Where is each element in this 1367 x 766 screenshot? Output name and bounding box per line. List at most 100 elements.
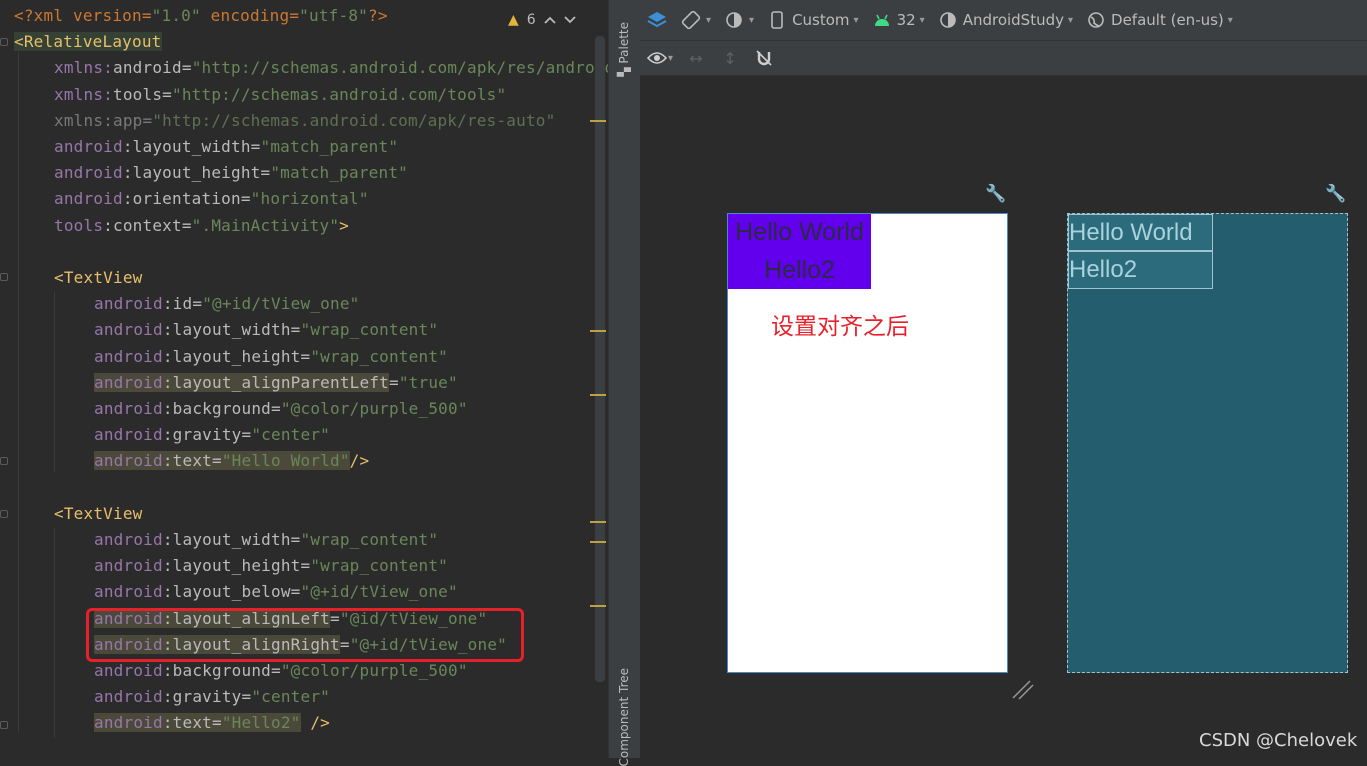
night-mode-button[interactable]: ▾ [723,9,754,31]
code-token: = [162,84,173,104]
text-view-hello2[interactable]: Hello2 [728,251,871,289]
blueprint-preview[interactable]: Hello World Hello2 [1067,213,1348,673]
code-line[interactable]: android:background="@color/purple_500" [94,397,468,421]
design-toolbar: ▾ ▾ Custom ▾ 32 ▾ AndroidStudy ▾ Default… [640,0,1367,41]
code-token: :layout_height= [162,556,311,576]
code-token: android [113,58,182,78]
view-options-button[interactable]: ▾ [646,47,673,69]
code-token: "wrap_content" [300,320,439,340]
night-mode-icon [723,9,745,31]
code-line[interactable]: android:orientation="horizontal" [54,187,369,211]
code-token: "match_parent" [270,163,409,183]
code-line[interactable]: android:layout_below="@+id/tView_one" [94,580,458,604]
code-token: android [94,582,163,602]
code-token: "@color/purple_500" [280,661,468,680]
fold-icon[interactable] [0,273,8,281]
layers-icon [646,9,668,31]
code-line[interactable]: android:gravity="center" [94,423,330,447]
code-line[interactable]: android:layout_height="wrap_content" [94,554,448,578]
code-token: :layout_below= [162,582,301,602]
locale-selector[interactable]: Default (en-us) ▾ [1085,9,1233,31]
code-line[interactable]: <?xml version="1.0" encoding="utf-8"?> [14,4,388,28]
code-line[interactable]: <TextView [54,502,143,526]
editor-scrollbar[interactable] [595,36,605,682]
design-surface-button[interactable] [646,9,668,31]
horizontal-resize-button[interactable]: ↔ [685,47,707,69]
code-line[interactable]: <RelativeLayout [14,30,162,54]
fold-icon[interactable] [0,457,8,465]
wrench-icon[interactable]: 🔧 [985,184,1006,204]
code-token: :text= [162,713,222,733]
fold-icon[interactable] [0,38,8,46]
chevron-down-icon: ▾ [853,14,859,26]
code-line[interactable]: android:layout_height="wrap_content" [94,345,448,369]
error-stripe-mark[interactable] [590,330,606,332]
code-line[interactable]: android:id="@+id/tView_one" [94,292,360,316]
code-line[interactable]: android:layout_height="match_parent" [54,161,408,185]
chevron-up-icon[interactable] [544,12,556,28]
resize-handle-icon[interactable] [1012,680,1034,704]
code-line[interactable]: xmlns:android="http://schemas.android.co… [54,56,608,80]
inspection-widget[interactable]: ▲ 6 [508,6,608,34]
code-token: "true" [398,372,458,392]
api-selector[interactable]: 32 ▾ [871,9,925,31]
theme-label: AndroidStudy [962,11,1064,29]
code-token: :layout_alignParentLeft [162,372,389,392]
code-token: :background= [162,399,281,418]
magnet-off-icon [753,47,775,69]
code-token: "match_parent" [260,137,399,156]
blueprint-text-view-hello-world[interactable]: Hello World [1068,214,1213,251]
code-token: <TextView [54,503,143,523]
design-preview[interactable]: Hello World Hello2 设置对齐之后 [727,213,1008,673]
code-line[interactable]: android:layout_alignParentLeft="true" [94,371,458,395]
device-label: Custom [792,11,850,29]
error-stripe-mark[interactable] [590,120,606,122]
orientation-button[interactable]: ▾ [680,9,711,31]
component-tree-tab[interactable]: Component Tree [617,668,631,766]
chevron-down-icon[interactable] [564,12,576,28]
code-editor[interactable]: <?xml version="1.0" encoding="utf-8"?> <R… [0,0,608,758]
error-stripe-mark[interactable] [590,605,606,607]
device-selector[interactable]: Custom ▾ [766,9,859,31]
code-token: android [94,556,163,576]
theme-selector[interactable]: AndroidStudy ▾ [937,9,1073,31]
code-token: /> [300,713,331,733]
api-label: 32 [896,11,916,29]
theme-icon [937,9,959,31]
code-line[interactable]: xmlns:app="http://schemas.android.com/ap… [54,109,555,133]
code-line[interactable]: android:gravity="center" [94,685,330,709]
code-line[interactable]: tools:context=".MainActivity"> [54,214,349,238]
blueprint-text-view-hello2[interactable]: Hello2 [1068,251,1213,289]
code-token: android [94,346,163,366]
code-line[interactable]: android:layout_width="match_parent" [54,135,398,159]
magnet-button[interactable] [753,47,775,69]
error-stripe-mark[interactable] [590,521,606,523]
code-token: android [94,661,163,680]
android-icon [871,9,893,31]
code-line[interactable]: android:layout_width="wrap_content" [94,318,438,342]
code-token: "@+id/tView_one" [202,294,360,314]
fold-icon[interactable] [0,721,8,729]
chevron-down-icon: ▾ [919,14,925,26]
code-token: tools [113,84,163,104]
code-line[interactable]: <TextView [54,266,143,290]
code-token: "center" [251,687,331,707]
error-stripe-mark[interactable] [590,541,606,543]
indent-guide [54,528,55,738]
wrench-icon[interactable]: 🔧 [1325,184,1346,204]
code-line[interactable]: android:background="@color/purple_500" [94,659,468,683]
fold-icon[interactable] [0,510,8,518]
code-line[interactable]: android:layout_width="wrap_content" [94,528,438,552]
code-line[interactable]: android:text="Hello World"/> [94,449,369,473]
text-view-hello-world[interactable]: Hello World [728,214,871,251]
chevron-down-icon: ▾ [706,14,712,26]
code-line[interactable]: xmlns:tools="http://schemas.android.com/… [54,83,506,107]
code-token: "Hello World" [221,451,350,471]
code-token: "wrap_content" [310,346,449,366]
error-stripe-mark[interactable] [590,394,606,396]
code-line[interactable]: android:text="Hello2" /> [94,711,330,735]
palette-tab[interactable]: ▚ Palette [617,22,631,77]
vertical-resize-button[interactable]: ↕ [719,47,741,69]
code-token: :id= [162,294,203,314]
chevron-down-icon: ▾ [749,14,755,26]
